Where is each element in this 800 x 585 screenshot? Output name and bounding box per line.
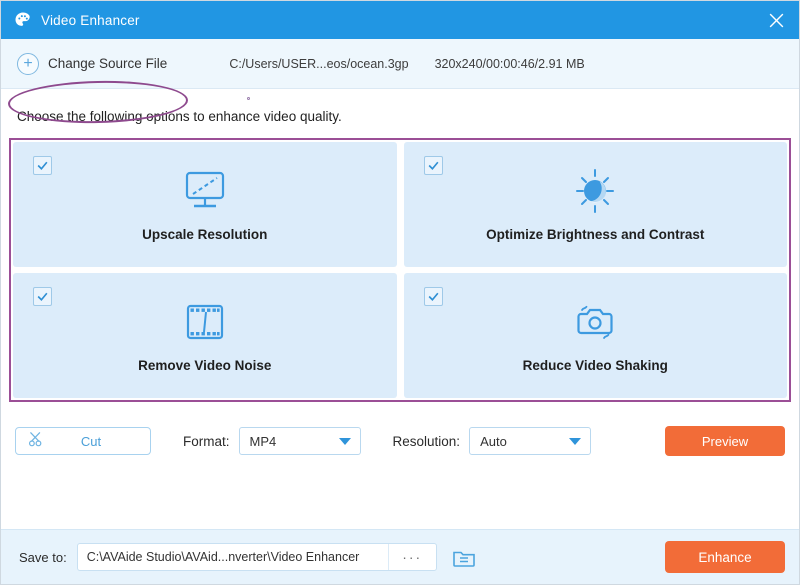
resolution-label: Resolution: xyxy=(392,433,461,449)
checkbox-reduce-video-shaking[interactable] xyxy=(423,287,443,306)
sun-brightness-icon xyxy=(571,167,619,215)
monitor-upscale-icon xyxy=(181,167,229,215)
browse-button[interactable]: ··· xyxy=(387,544,436,570)
option-label: Upscale Resolution xyxy=(142,227,268,242)
video-enhancer-window: Video Enhancer + Change Source File C:/U… xyxy=(0,0,800,585)
save-bar: Save to: C:\AVAide Studio\AVAid...nverte… xyxy=(1,529,799,584)
chevron-down-icon xyxy=(569,437,582,445)
option-card-remove-video-noise[interactable]: Remove Video Noise xyxy=(13,273,397,398)
save-to-label: Save to: xyxy=(19,549,67,565)
change-source-file-label: Change Source File xyxy=(48,56,168,71)
controls-row: Cut Format: MP4 Resolution: Auto Preview xyxy=(1,402,799,464)
format-dropdown[interactable]: MP4 xyxy=(238,427,361,455)
checkbox-upscale-resolution[interactable] xyxy=(33,156,52,175)
option-card-reduce-video-shaking[interactable]: Reduce Video Shaking xyxy=(403,273,787,398)
annotation-dot xyxy=(247,97,250,100)
cut-button[interactable]: Cut xyxy=(15,427,151,455)
option-card-optimize-brightness-and-contrast[interactable]: Optimize Brightness and Contrast xyxy=(403,142,787,267)
checkbox-remove-video-noise[interactable] xyxy=(33,287,52,306)
close-icon[interactable] xyxy=(753,1,799,39)
source-file-path: C:/Users/USER...eos/ocean.3gp xyxy=(229,56,409,71)
palette-icon xyxy=(13,10,33,30)
options-grid: Upscale Resolution Optimize Brightness a… xyxy=(13,142,787,398)
source-file-meta: 320x240/00:00:46/2.91 MB xyxy=(434,56,585,71)
checkbox-optimize-brightness-and-contrast[interactable] xyxy=(423,156,443,175)
format-label: Format: xyxy=(183,433,230,449)
source-bar: + Change Source File C:/Users/USER...eos… xyxy=(1,39,799,125)
option-label: Optimize Brightness and Contrast xyxy=(486,227,705,242)
chevron-down-icon xyxy=(338,437,351,445)
option-card-upscale-resolution[interactable]: Upscale Resolution xyxy=(13,142,397,267)
plus-circle-icon: + xyxy=(17,52,39,75)
change-source-file-button[interactable]: + Change Source File xyxy=(17,52,168,75)
resolution-dropdown[interactable]: Auto xyxy=(469,427,592,455)
window-title: Video Enhancer xyxy=(41,12,140,28)
option-label: Remove Video Noise xyxy=(138,358,272,373)
save-path-value: C:\AVAide Studio\AVAid...nverter\Video E… xyxy=(86,550,360,564)
title-bar: Video Enhancer xyxy=(1,1,799,39)
camera-shake-icon xyxy=(570,298,620,346)
preview-button[interactable]: Preview xyxy=(665,426,785,456)
folder-icon[interactable] xyxy=(449,544,479,570)
scissors-icon xyxy=(28,431,46,452)
save-path-field[interactable]: C:\AVAide Studio\AVAid...nverter\Video E… xyxy=(76,543,437,571)
instruction-text: Choose the following options to enhance … xyxy=(17,109,342,124)
options-highlight-frame: Upscale Resolution Optimize Brightness a… xyxy=(9,138,791,402)
enhance-button[interactable]: Enhance xyxy=(665,541,785,573)
content-spacer xyxy=(1,464,799,529)
film-strip-icon xyxy=(181,298,229,346)
resolution-value: Auto xyxy=(480,433,507,449)
format-value: MP4 xyxy=(249,433,277,449)
cut-button-label: Cut xyxy=(80,433,102,449)
option-label: Reduce Video Shaking xyxy=(522,358,668,373)
